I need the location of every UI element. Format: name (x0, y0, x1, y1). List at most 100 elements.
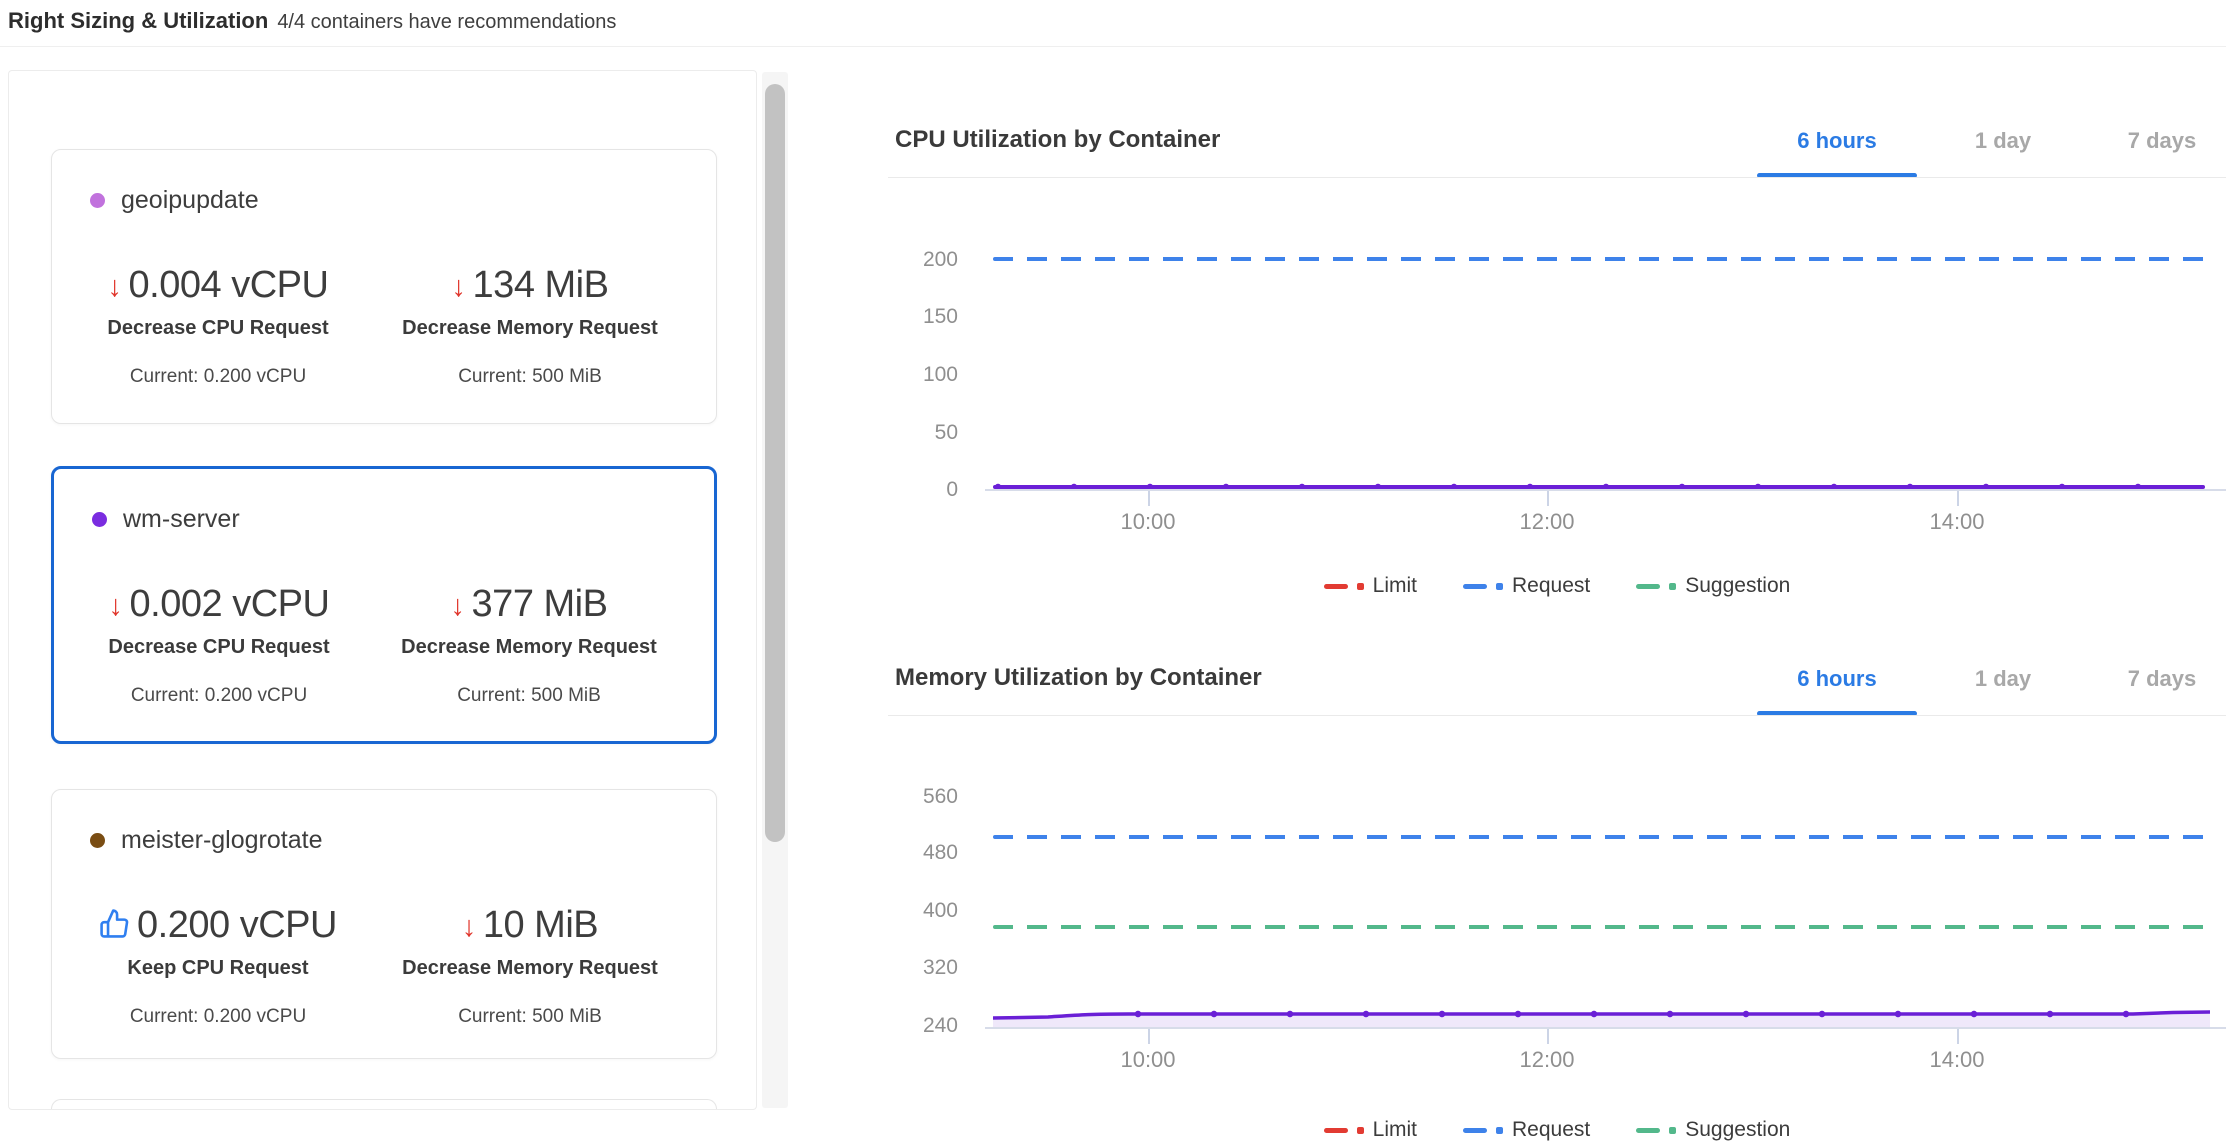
container-color-dot (90, 193, 105, 208)
legend-label: Limit (1373, 1118, 1417, 1142)
y-axis-tick: 240 (888, 1013, 958, 1039)
legend-item-suggestion[interactable]: Suggestion (1636, 574, 1790, 598)
y-axis-tick: 0 (888, 477, 958, 503)
chart-legend: Limit Request Suggestion (888, 574, 2226, 598)
cpu-value-text: 0.004 vCPU (129, 262, 329, 308)
suggestion-line-swatch (1636, 584, 1660, 589)
x-axis-label: 14:00 (1897, 509, 2017, 535)
y-axis-tick: 200 (888, 247, 958, 273)
legend-item-request[interactable]: Request (1463, 574, 1590, 598)
y-axis-tick: 560 (888, 784, 958, 810)
cpu-utilization-section: CPU Utilization by Container 6 hours 1 d… (888, 110, 2226, 610)
memory-recommended-value: ↓ 134 MiB (452, 262, 609, 308)
cpu-recommendation: ↓ 0.004 vCPU Decrease CPU Request Curren… (62, 262, 374, 388)
x-axis-label: 12:00 (1487, 1047, 1607, 1073)
x-axis-label: 14:00 (1897, 1047, 2017, 1073)
request-dot-swatch (1496, 583, 1503, 590)
card-title-row: meister-glogrotate (90, 826, 322, 855)
cpu-action-label: Keep CPU Request (127, 957, 308, 980)
y-axis-tick: 320 (888, 955, 958, 981)
memory-current-label: Current: 500 MiB (458, 1005, 602, 1028)
cpu-value-text: 0.002 vCPU (130, 581, 330, 627)
card-title-row: wm-server (92, 505, 240, 534)
scrollbar-thumb[interactable] (765, 84, 785, 842)
memory-utilization-section: Memory Utilization by Container 6 hours … (888, 648, 2226, 1144)
cpu-recommendation: 0.200 vCPU Keep CPU Request Current: 0.2… (62, 902, 374, 1028)
legend-label: Suggestion (1685, 1118, 1790, 1142)
container-color-dot (92, 512, 107, 527)
memory-value-text: 377 MiB (472, 581, 608, 627)
legend-item-suggestion[interactable]: Suggestion (1636, 1118, 1790, 1142)
y-axis-tick: 150 (888, 304, 958, 330)
memory-action-label: Decrease Memory Request (402, 317, 658, 340)
header-divider (0, 46, 2226, 47)
memory-tab-1-day[interactable]: 1 day (1923, 666, 2083, 692)
keep-thumbs-up-icon (99, 904, 130, 950)
x-axis-tick-mark (1547, 491, 1549, 506)
y-axis-tick: 100 (888, 362, 958, 388)
scrollbar[interactable] (762, 72, 788, 1108)
decrease-arrow-icon: ↓ (462, 913, 476, 942)
limit-line-swatch (1324, 584, 1348, 589)
legend-label: Request (1512, 1118, 1590, 1142)
cpu-action-label: Decrease CPU Request (108, 636, 329, 659)
section-divider (888, 715, 2226, 716)
container-list-panel: geoipupdate ↓ 0.004 vCPU Decrease CPU Re… (8, 70, 757, 1110)
x-axis-tick-mark (1957, 491, 1959, 506)
x-axis-tick-mark (1148, 1029, 1150, 1044)
cpu-action-label: Decrease CPU Request (107, 317, 328, 340)
memory-current-label: Current: 500 MiB (457, 684, 601, 707)
cpu-tab-1-day[interactable]: 1 day (1923, 128, 2083, 154)
y-axis-tick: 50 (888, 420, 958, 446)
chart-legend: Limit Request Suggestion (888, 1118, 2226, 1142)
memory-recommendation: ↓ 10 MiB Decrease Memory Request Current… (374, 902, 686, 1028)
cpu-current-label: Current: 0.200 vCPU (130, 365, 306, 388)
suggestion-dashed-line (993, 925, 2210, 929)
request-dashed-line (993, 835, 2210, 839)
memory-current-label: Current: 500 MiB (458, 365, 602, 388)
limit-dot-swatch (1357, 583, 1364, 590)
y-axis-tick: 400 (888, 898, 958, 924)
request-dot-swatch (1496, 1127, 1503, 1134)
x-axis-label: 12:00 (1487, 509, 1607, 535)
recommendation-metrics: 0.200 vCPU Keep CPU Request Current: 0.2… (62, 902, 686, 1028)
limit-line-swatch (1324, 1128, 1348, 1133)
memory-recommendation: ↓ 377 MiB Decrease Memory Request Curren… (374, 581, 684, 707)
decrease-arrow-icon: ↓ (451, 592, 465, 621)
legend-item-limit[interactable]: Limit (1324, 1118, 1417, 1142)
memory-recommendation: ↓ 134 MiB Decrease Memory Request Curren… (374, 262, 686, 388)
cpu-recommended-value: 0.200 vCPU (99, 902, 337, 948)
limit-dot-swatch (1357, 1127, 1364, 1134)
page-header: Right Sizing & Utilization4/4 containers… (8, 8, 616, 34)
container-color-dot (90, 833, 105, 848)
suggestion-line-swatch (1636, 1128, 1660, 1133)
cpu-tab-7-days[interactable]: 7 days (2098, 128, 2226, 154)
container-card-wm-server-selected[interactable]: wm-server ↓ 0.002 vCPU Decrease CPU Requ… (51, 466, 717, 744)
legend-label: Limit (1373, 574, 1417, 598)
cpu-tab-6-hours[interactable]: 6 hours (1757, 128, 1917, 154)
legend-item-request[interactable]: Request (1463, 1118, 1590, 1142)
page-subtitle: 4/4 containers have recommendations (277, 11, 616, 33)
container-name: meister-glogrotate (121, 826, 322, 855)
x-axis-tick-mark (1547, 1029, 1549, 1044)
legend-item-limit[interactable]: Limit (1324, 574, 1417, 598)
x-axis-tick-mark (1148, 491, 1150, 506)
suggestion-dot-swatch (1669, 583, 1676, 590)
memory-tab-6-hours[interactable]: 6 hours (1757, 666, 1917, 692)
cpu-recommended-value: ↓ 0.002 vCPU (109, 581, 330, 627)
memory-recommended-value: ↓ 377 MiB (451, 581, 608, 627)
card-title-row: geoipupdate (90, 186, 259, 215)
memory-value-text: 134 MiB (473, 262, 609, 308)
memory-tab-7-days[interactable]: 7 days (2098, 666, 2226, 692)
x-axis-label: 10:00 (1088, 1047, 1208, 1073)
request-line-swatch (1463, 1128, 1487, 1133)
container-card-partial[interactable] (51, 1099, 717, 1110)
x-axis-tick-mark (1957, 1029, 1959, 1044)
right-sizing-page: Right Sizing & Utilization4/4 containers… (0, 0, 2226, 1144)
cpu-chart-title: CPU Utilization by Container (895, 126, 1220, 154)
recommendation-metrics: ↓ 0.004 vCPU Decrease CPU Request Curren… (62, 262, 686, 388)
container-card-meister-glogrotate[interactable]: meister-glogrotate 0.200 vCPU Keep CPU R… (51, 789, 717, 1059)
container-card-geoipupdate[interactable]: geoipupdate ↓ 0.004 vCPU Decrease CPU Re… (51, 149, 717, 424)
x-axis-label: 10:00 (1088, 509, 1208, 535)
memory-action-label: Decrease Memory Request (402, 957, 658, 980)
